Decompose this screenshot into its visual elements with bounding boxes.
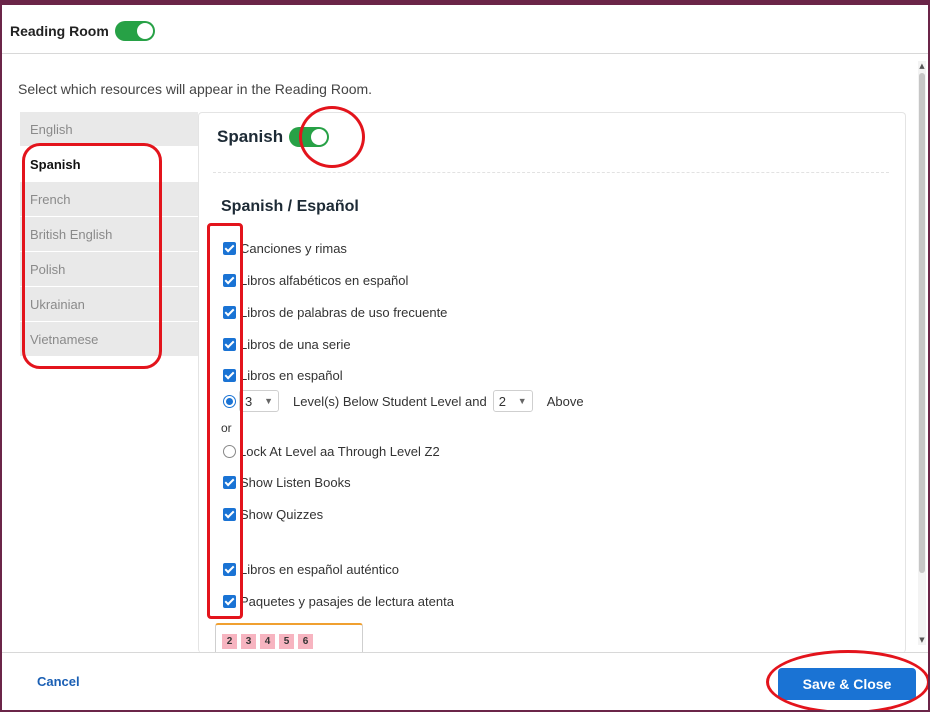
toggle-knob — [311, 129, 328, 145]
checkbox-label: Paquetes y pasajes de lectura atenta — [240, 594, 454, 609]
scroll-down-arrow-icon[interactable]: ▼ — [918, 635, 926, 645]
select-value: 2 — [498, 393, 506, 409]
level-chip[interactable]: 3 — [241, 634, 256, 649]
checkbox-checked[interactable] — [223, 274, 236, 287]
above-label: Above — [546, 393, 584, 409]
language-tab-british-english[interactable]: British English — [20, 217, 198, 252]
chevron-down-icon: ▼ — [264, 396, 273, 406]
checkbox-row-canciones[interactable]: Canciones y rimas — [223, 241, 347, 256]
cancel-button[interactable]: Cancel — [37, 674, 80, 689]
lock-level-label: Lock At Level aa Through Level Z2 — [239, 444, 440, 459]
checkbox-row-listen[interactable]: Show Listen Books — [223, 475, 351, 490]
level-chip-strip: 2 3 4 5 6 — [215, 623, 363, 653]
language-tab-french[interactable]: French — [20, 182, 198, 217]
below-level-select[interactable]: 3 ▼ — [239, 390, 279, 412]
section-title: Spanish / Español — [221, 198, 359, 215]
level-chip[interactable]: 5 — [279, 634, 294, 649]
language-tab-spanish[interactable]: Spanish — [20, 147, 198, 182]
description-text: Select which resources will appear in th… — [18, 81, 373, 97]
checkbox-row-autentico[interactable]: Libros en español auténtico — [223, 562, 399, 577]
level-range-row: 3 ▼ Level(s) Below Student Level and 2 ▼… — [223, 390, 584, 412]
reading-room-toggle[interactable] — [114, 21, 155, 41]
or-separator: or — [221, 421, 232, 435]
language-tab-vietnamese[interactable]: Vietnamese — [20, 322, 198, 357]
checkbox-label: Libros en español auténtico — [240, 562, 400, 577]
checkbox-label: Libros en español — [240, 368, 343, 383]
checkbox-label: Show Listen Books — [240, 475, 351, 490]
checkbox-label: Libros alfabéticos en español — [240, 273, 409, 288]
checkbox-checked[interactable] — [223, 369, 236, 382]
language-tab-polish[interactable]: Polish — [20, 252, 198, 287]
lock-level-row[interactable]: Lock At Level aa Through Level Z2 — [223, 444, 440, 459]
language-settings-panel: Spanish Spanish / Español Canciones y ri… — [198, 112, 906, 653]
level-range-label: Level(s) Below Student Level and — [293, 393, 487, 409]
save-close-button[interactable]: Save & Close — [778, 668, 916, 700]
checkbox-row-serie[interactable]: Libros de una serie — [223, 337, 351, 352]
checkbox-label: Libros de palabras de uso frecuente — [240, 305, 448, 320]
radio-lock-level[interactable] — [223, 445, 236, 458]
checkbox-checked[interactable] — [223, 242, 236, 255]
checkbox-row-espanol[interactable]: Libros en español — [223, 368, 343, 383]
checkbox-row-palabras[interactable]: Libros de palabras de uso frecuente — [223, 305, 447, 320]
language-tab-ukrainian[interactable]: Ukrainian — [20, 287, 198, 322]
footer-divider — [2, 652, 928, 653]
level-chip[interactable]: 4 — [260, 634, 275, 649]
reading-room-dialog: Reading Room Select which resources will… — [0, 0, 930, 712]
scroll-thumb[interactable] — [919, 73, 925, 573]
checkbox-row-quizzes[interactable]: Show Quizzes — [223, 507, 323, 522]
header-divider — [2, 53, 928, 54]
language-sidebar: English Spanish French British English P… — [20, 112, 198, 357]
checkbox-checked[interactable] — [223, 508, 236, 521]
checkbox-checked[interactable] — [223, 595, 236, 608]
checkbox-label: Libros de una serie — [240, 337, 351, 352]
level-chip[interactable]: 6 — [298, 634, 313, 649]
toggle-knob — [136, 23, 153, 39]
dialog-title: Reading Room — [10, 23, 109, 39]
spanish-toggle[interactable] — [289, 127, 330, 147]
checkbox-checked[interactable] — [223, 338, 236, 351]
above-level-select[interactable]: 2 ▼ — [492, 390, 533, 412]
radio-level-range[interactable] — [223, 394, 236, 408]
scrollbar[interactable]: ▲ ▼ — [918, 61, 926, 645]
checkbox-checked[interactable] — [223, 306, 236, 319]
chevron-down-icon: ▼ — [517, 396, 527, 406]
checkbox-checked[interactable] — [223, 476, 236, 489]
panel-title: Spanish — [217, 127, 284, 146]
panel-header: Spanish — [217, 127, 330, 147]
language-tab-english[interactable]: English — [20, 112, 198, 147]
level-chip[interactable]: 2 — [222, 634, 237, 649]
dialog-header: Reading Room — [10, 19, 155, 43]
checkbox-checked[interactable] — [223, 563, 236, 576]
panel-divider — [213, 172, 889, 173]
select-value: 3 — [245, 393, 253, 409]
checkbox-label: Canciones y rimas — [240, 241, 347, 256]
checkbox-row-paquetes[interactable]: Paquetes y pasajes de lectura atenta — [223, 594, 454, 609]
checkbox-row-alfabeticos[interactable]: Libros alfabéticos en español — [223, 273, 408, 288]
scroll-up-arrow-icon[interactable]: ▲ — [918, 61, 926, 71]
checkbox-label: Show Quizzes — [240, 507, 324, 522]
